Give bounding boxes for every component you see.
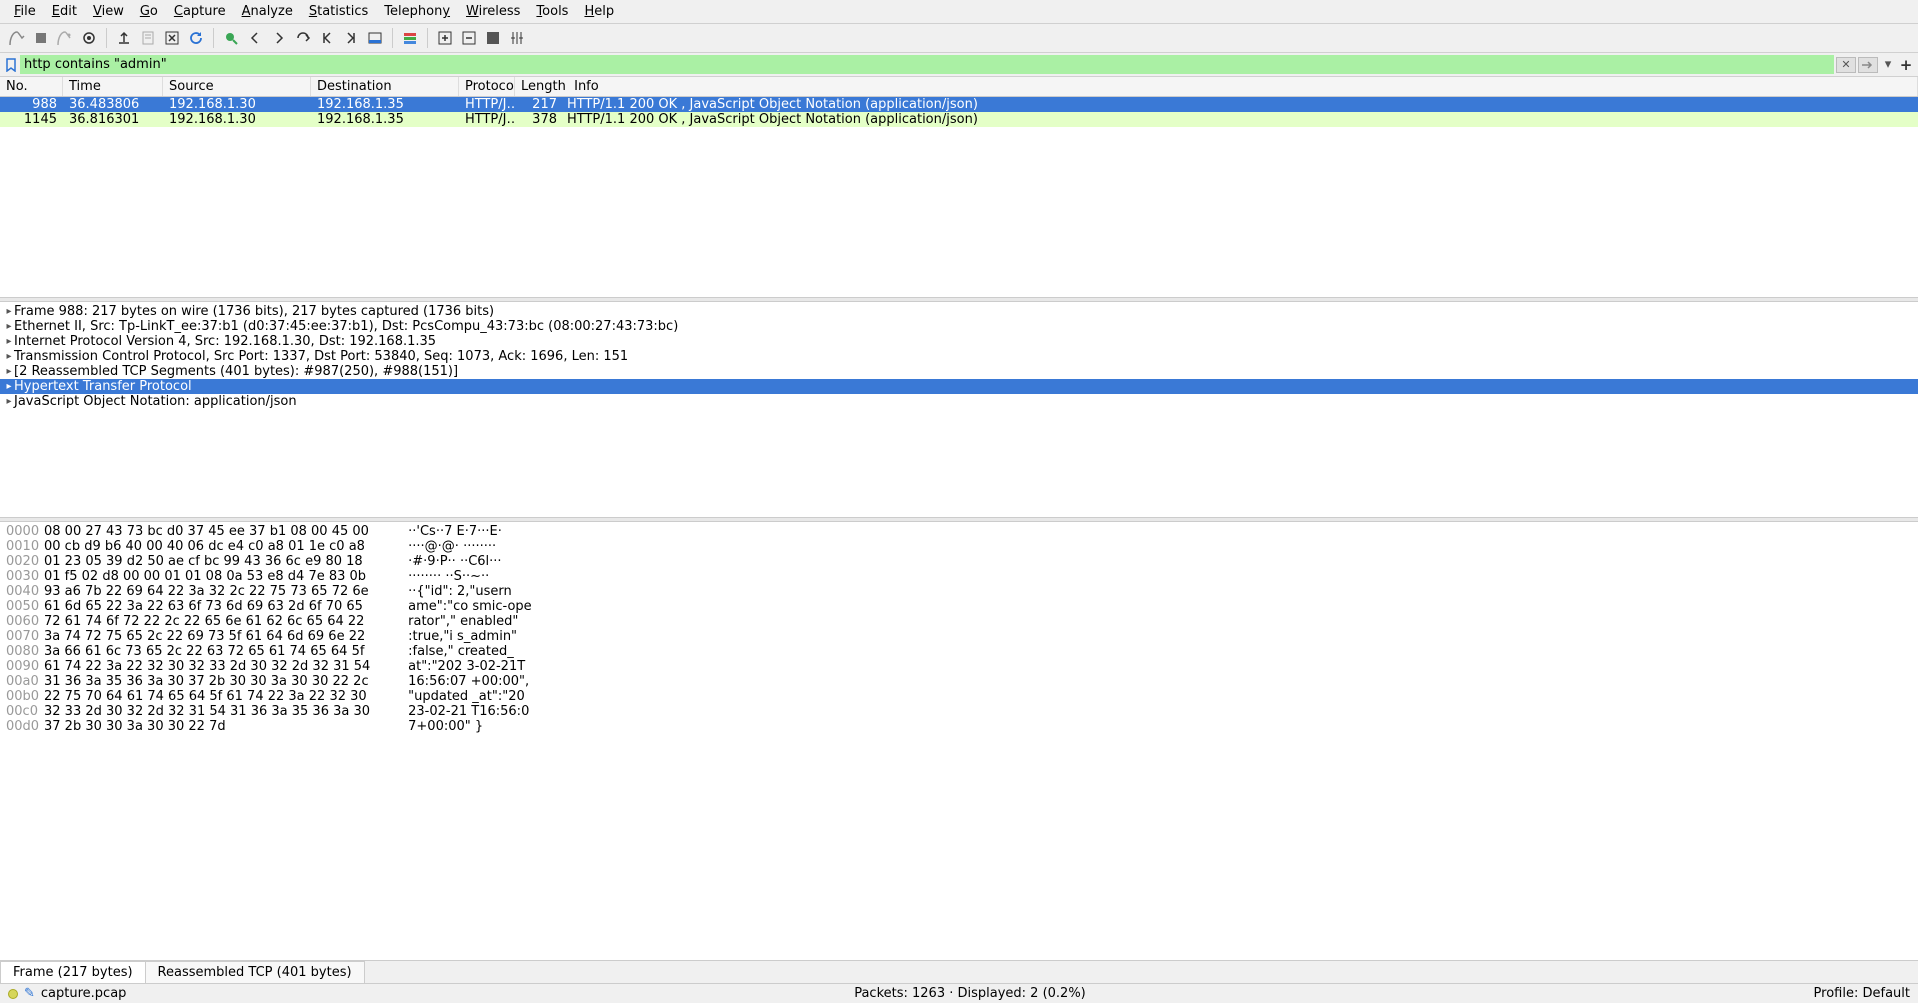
stop-capture-icon[interactable] [30,27,52,49]
colorize-icon[interactable] [399,27,421,49]
detail-row[interactable]: ▸Frame 988: 217 bytes on wire (1736 bits… [0,304,1918,319]
hex-row[interactable]: 002001 23 05 39 d2 50 ae cf bc 99 43 36 … [0,554,1918,569]
reload-icon[interactable] [185,27,207,49]
start-capture-icon[interactable] [6,27,28,49]
packet-list-header: No. Time Source Destination Protocol Len… [0,77,1918,97]
capture-options-icon[interactable] [78,27,100,49]
save-file-icon[interactable] [137,27,159,49]
hex-row[interactable]: 00c032 33 2d 30 32 2d 32 31 54 31 36 3a … [0,704,1918,719]
menu-edit[interactable]: Edit [44,2,85,21]
col-no[interactable]: No. [0,77,63,96]
menu-file[interactable]: File [6,2,44,21]
packet-row[interactable]: 114536.816301192.168.1.30192.168.1.35HTT… [0,112,1918,127]
menu-bar: File Edit View Go Capture Analyze Statis… [0,0,1918,24]
packet-bytes-pane[interactable]: 000008 00 27 43 73 bc d0 37 45 ee 37 b1 … [0,522,1918,960]
hex-row[interactable]: 004093 a6 7b 22 69 64 22 3a 32 2c 22 75 … [0,584,1918,599]
detail-row[interactable]: ▸Transmission Control Protocol, Src Port… [0,349,1918,364]
display-filter-bar: ✕ ▾ + [0,53,1918,77]
menu-tools[interactable]: Tools [528,2,576,21]
detail-row[interactable]: ▸Hypertext Transfer Protocol [0,379,1918,394]
apply-filter-icon[interactable] [1858,57,1878,73]
zoom-reset-icon[interactable] [482,27,504,49]
hex-row[interactable]: 003001 f5 02 d8 00 00 01 01 08 0a 53 e8 … [0,569,1918,584]
col-protocol[interactable]: Protocol [459,77,515,96]
go-forward-icon[interactable] [268,27,290,49]
add-filter-button-icon[interactable]: + [1898,57,1914,73]
filter-history-icon[interactable]: ▾ [1880,57,1896,73]
zoom-out-icon[interactable] [458,27,480,49]
autoscroll-icon[interactable] [364,27,386,49]
resize-columns-icon[interactable] [506,27,528,49]
detail-row[interactable]: ▸[2 Reassembled TCP Segments (401 bytes)… [0,364,1918,379]
detail-row[interactable]: ▸JavaScript Object Notation: application… [0,394,1918,409]
menu-help[interactable]: Help [576,2,622,21]
filter-bookmark-icon[interactable] [4,57,18,73]
menu-wireless[interactable]: Wireless [458,2,528,21]
col-time[interactable]: Time [63,77,163,96]
hex-row[interactable]: 006072 61 74 6f 72 22 2c 22 65 6e 61 62 … [0,614,1918,629]
hex-row[interactable]: 005061 6d 65 22 3a 22 63 6f 73 6d 69 63 … [0,599,1918,614]
open-file-icon[interactable] [113,27,135,49]
detail-row[interactable]: ▸Internet Protocol Version 4, Src: 192.1… [0,334,1918,349]
hex-row[interactable]: 00a031 36 3a 35 36 3a 30 37 2b 30 30 3a … [0,674,1918,689]
menu-view[interactable]: View [85,2,132,21]
status-profile[interactable]: Profile: Default [1814,986,1910,1001]
main-toolbar [0,24,1918,53]
status-file: capture.pcap [41,986,127,1001]
tab-frame[interactable]: Frame (217 bytes) [0,961,146,983]
hex-row[interactable]: 00803a 66 61 6c 73 65 2c 22 63 72 65 61 … [0,644,1918,659]
capture-comment-icon[interactable]: ✎ [24,986,35,1001]
col-source[interactable]: Source [163,77,311,96]
status-bar: ✎ capture.pcap Packets: 1263 · Displayed… [0,983,1918,1003]
restart-capture-icon[interactable] [54,27,76,49]
menu-statistics[interactable]: Statistics [301,2,376,21]
go-first-icon[interactable] [316,27,338,49]
hex-row[interactable]: 00b022 75 70 64 61 74 65 64 5f 61 74 22 … [0,689,1918,704]
bytes-tab-bar: Frame (217 bytes) Reassembled TCP (401 b… [0,960,1918,983]
clear-filter-icon[interactable]: ✕ [1836,57,1856,73]
hex-row[interactable]: 000008 00 27 43 73 bc d0 37 45 ee 37 b1 … [0,524,1918,539]
go-back-icon[interactable] [244,27,266,49]
detail-row[interactable]: ▸Ethernet II, Src: Tp-LinkT_ee:37:b1 (d0… [0,319,1918,334]
jump-to-icon[interactable] [292,27,314,49]
col-destination[interactable]: Destination [311,77,459,96]
hex-row[interactable]: 00d037 2b 30 30 3a 30 30 22 7d 7+00:00" … [0,719,1918,734]
packet-list-pane[interactable]: 98836.483806192.168.1.30192.168.1.35HTTP… [0,97,1918,297]
menu-analyze[interactable]: Analyze [234,2,301,21]
zoom-in-icon[interactable] [434,27,456,49]
close-file-icon[interactable] [161,27,183,49]
menu-capture[interactable]: Capture [166,2,234,21]
status-packets: Packets: 1263 · Displayed: 2 (0.2%) [854,986,1086,1001]
packet-row[interactable]: 98836.483806192.168.1.30192.168.1.35HTTP… [0,97,1918,112]
go-last-icon[interactable] [340,27,362,49]
display-filter-input[interactable] [20,55,1834,74]
col-length-info[interactable]: Length Info [515,77,1918,96]
find-packet-icon[interactable] [220,27,242,49]
hex-row[interactable]: 00703a 74 72 75 65 2c 22 69 73 5f 61 64 … [0,629,1918,644]
hex-row[interactable]: 009061 74 22 3a 22 32 30 32 33 2d 30 32 … [0,659,1918,674]
menu-telephony[interactable]: Telephony [376,2,458,21]
expert-info-icon[interactable] [8,989,18,999]
tab-reassembled[interactable]: Reassembled TCP (401 bytes) [145,961,365,983]
packet-details-pane[interactable]: ▸Frame 988: 217 bytes on wire (1736 bits… [0,302,1918,517]
menu-go[interactable]: Go [132,2,166,21]
hex-row[interactable]: 001000 cb d9 b6 40 00 40 06 dc e4 c0 a8 … [0,539,1918,554]
